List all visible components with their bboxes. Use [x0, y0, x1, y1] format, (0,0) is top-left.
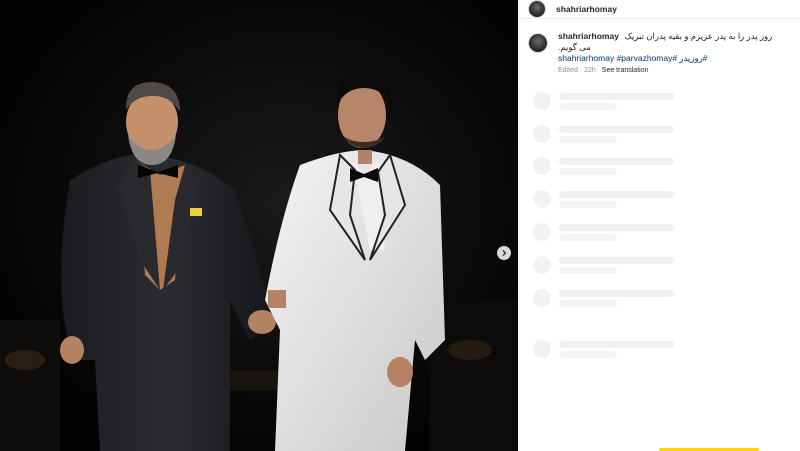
- skeleton-line: [559, 350, 617, 358]
- skeleton-line: [559, 233, 617, 241]
- skeleton-lines: [559, 340, 674, 358]
- comment-skeleton: [533, 190, 674, 208]
- caption: shahriarhomay روز پدر را به پدر عزیزم و …: [528, 31, 796, 74]
- caption-hashtags[interactable]: #روزپدر #shahriarhomay #parvazhomay: [558, 53, 786, 64]
- instagram-post: shahriarhomay shahriarhomay روز پدر را ب…: [0, 0, 800, 451]
- caption-username[interactable]: shahriarhomay: [558, 31, 619, 41]
- comment-skeleton: [533, 223, 674, 241]
- comment-skeleton: [533, 289, 674, 307]
- post-sidebar: shahriarhomay shahriarhomay روز پدر را ب…: [518, 0, 800, 451]
- skeleton-avatar: [533, 125, 551, 143]
- caption-avatar[interactable]: [528, 33, 548, 53]
- skeleton-lines: [559, 92, 674, 110]
- skeleton-lines: [559, 256, 674, 274]
- caption-meta: Edited · 22h See translation: [558, 67, 786, 74]
- comment-skeleton: [533, 157, 674, 175]
- skeleton-lines: [559, 223, 674, 241]
- skeleton-line: [559, 102, 617, 110]
- skeleton-line: [559, 299, 617, 307]
- header-username[interactable]: shahriarhomay: [556, 4, 617, 14]
- edited-text: Edited: [558, 67, 578, 74]
- comment-skeleton: [533, 125, 674, 143]
- comment-skeleton: [533, 256, 674, 274]
- skeleton-avatar: [533, 340, 551, 358]
- comment-skeleton: [533, 92, 674, 110]
- skeleton-line: [559, 289, 674, 297]
- skeleton-lines: [559, 289, 674, 307]
- skeleton-avatar: [533, 190, 551, 208]
- comment-skeleton: [533, 340, 674, 358]
- skeleton-line: [559, 157, 674, 165]
- skeleton-line: [559, 200, 617, 208]
- skeleton-avatar: [533, 223, 551, 241]
- stage-photo: [0, 0, 518, 451]
- skeleton-avatar: [533, 92, 551, 110]
- skeleton-avatar: [533, 157, 551, 175]
- skeleton-line: [559, 266, 617, 274]
- post-media[interactable]: [0, 0, 518, 451]
- caption-body: shahriarhomay روز پدر را به پدر عزیزم و …: [558, 31, 786, 74]
- header-avatar[interactable]: [528, 0, 546, 18]
- post-header: shahriarhomay: [519, 0, 800, 19]
- skeleton-line: [559, 125, 674, 133]
- edited-label: Edited · 22h: [558, 67, 596, 74]
- see-translation-link[interactable]: See translation: [602, 67, 649, 74]
- skeleton-line: [559, 92, 674, 100]
- skeleton-lines: [559, 190, 674, 208]
- skeleton-lines: [559, 125, 674, 143]
- skeleton-avatar: [533, 256, 551, 274]
- skeleton-avatar: [533, 289, 551, 307]
- skeleton-line: [559, 190, 674, 198]
- chevron-right-icon: [502, 250, 507, 256]
- skeleton-line: [559, 223, 674, 231]
- post-time[interactable]: 22h: [584, 67, 596, 74]
- skeleton-line: [559, 135, 617, 143]
- next-slide-button[interactable]: [497, 246, 511, 260]
- skeleton-line: [559, 167, 617, 175]
- caption-text: shahriarhomay روز پدر را به پدر عزیزم و …: [558, 31, 786, 53]
- skeleton-line: [559, 256, 674, 264]
- skeleton-lines: [559, 157, 674, 175]
- skeleton-line: [559, 340, 674, 348]
